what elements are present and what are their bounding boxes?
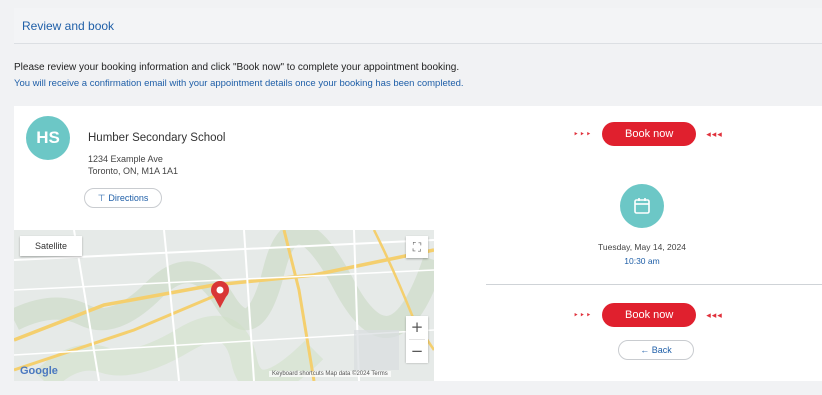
appointment-time: 10:30 am [624,256,660,266]
booking-card: HS Humber Secondary School 1234 Example … [14,106,822,381]
book-now-button-top[interactable]: Book now [602,122,697,146]
location-address-line2: Toronto, ON, M1A 1A1 [88,166,179,176]
directions-icon: ⊤ [97,192,106,203]
booking-panel: ‣‣‣ Book now ◂◂◂ Tuesday, May 14, 2024 1… [474,106,822,381]
google-logo: Google [20,365,58,377]
zoom-controls: + − [406,316,428,363]
book-now-row-bottom: ‣‣‣ Book now ◂◂◂ [474,303,822,327]
satellite-toggle-button[interactable]: Satellite [20,236,82,256]
directions-button[interactable]: ⊤ Directions [84,188,162,208]
arrow-right-icon: ‣‣‣ [573,309,593,320]
instructions-text: Please review your booking information a… [14,62,460,73]
review-and-book-page: Review and book Please review your booki… [0,0,822,395]
fullscreen-icon[interactable]: ⛶ [406,236,428,258]
location-map[interactable]: Satellite ⛶ + − Google Keyboard shortcut… [14,230,434,381]
location-avatar: HS [26,116,70,160]
map-attribution[interactable]: Keyboard shortcuts Map data ©2024 Terms [269,371,391,377]
divider [486,284,822,285]
arrow-left-icon: ◂◂◂ [706,128,723,139]
back-button[interactable]: ← Back [618,340,694,360]
directions-label: Directions [108,193,149,203]
page-header: Review and book [14,8,822,44]
page-title: Review and book [22,19,115,33]
calendar-icon [620,184,664,228]
location-name: Humber Secondary School [88,132,226,144]
location-panel: HS Humber Secondary School 1234 Example … [14,106,434,381]
intro-text: Please review your booking information a… [14,62,814,89]
confirmation-note: You will receive a confirmation email wi… [14,78,464,89]
arrow-left-icon: ◂◂◂ [706,309,723,320]
appointment-date: Tuesday, May 14, 2024 [598,242,686,252]
zoom-in-button[interactable]: + [406,316,428,339]
location-address-line1: 1234 Example Ave [88,154,163,164]
book-now-row-top: ‣‣‣ Book now ◂◂◂ [474,122,822,146]
book-now-button-bottom[interactable]: Book now [602,303,697,327]
zoom-out-button[interactable]: − [406,340,428,363]
arrow-right-icon: ‣‣‣ [573,128,593,139]
